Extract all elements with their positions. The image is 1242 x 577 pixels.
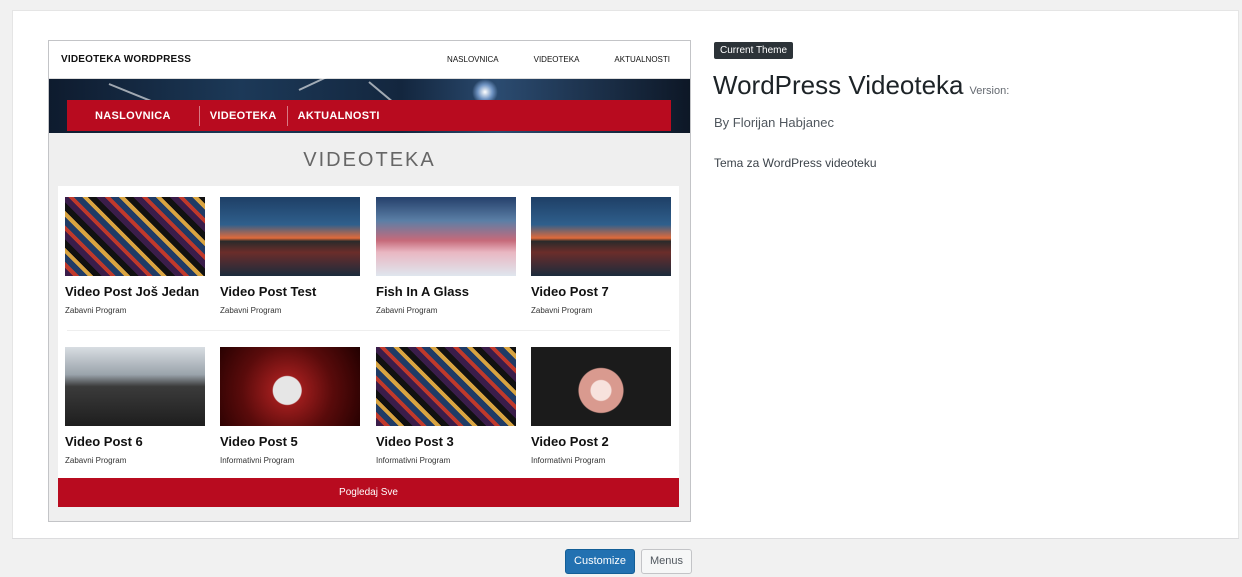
post-card: Video Post Još Jedan Zabavni Program — [65, 197, 207, 315]
preview-main-nav-item: NASLOVNICA — [67, 105, 200, 126]
preview-site-title: VIDEOTEKA WORDPRESS — [61, 54, 192, 65]
post-thumbnail — [531, 347, 671, 426]
theme-screenshot: VIDEOTEKA WORDPRESS NASLOVNICA VIDEOTEKA… — [48, 40, 691, 522]
preview-view-all-bar: Pogledaj Sve — [58, 478, 679, 507]
post-thumbnail — [531, 197, 671, 276]
theme-name-text: WordPress Videoteka — [713, 70, 964, 100]
post-category: Informativni Program — [531, 456, 606, 465]
preview-post-grid: Video Post Još Jedan Zabavni Program Video… — [58, 186, 679, 478]
preview-top-nav: NASLOVNICA VIDEOTEKA AKTUALNOSTI — [447, 55, 670, 64]
post-card: Video Post Test Zabavni Program — [220, 197, 362, 315]
post-title: Video Post Test — [220, 284, 317, 299]
post-thumbnail — [376, 197, 516, 276]
post-category: Zabavni Program — [65, 306, 127, 315]
post-category: Zabavni Program — [531, 306, 593, 315]
post-card: Video Post 7 Zabavni Program — [531, 197, 673, 315]
post-title: Video Post 7 — [531, 284, 609, 299]
post-title: Video Post 3 — [376, 434, 454, 449]
post-card: Video Post 6 Zabavni Program — [65, 347, 207, 465]
post-title: Video Post Još Jedan — [65, 284, 200, 299]
post-title: Video Post 5 — [220, 434, 298, 449]
theme-author: By Florijan Habjanec — [714, 115, 834, 130]
preview-top-nav-item: NASLOVNICA — [447, 55, 499, 64]
post-card: Video Post 5 Informativni Program — [220, 347, 362, 465]
post-category: Zabavni Program — [65, 456, 127, 465]
post-card: Video Post 3 Informativni Program — [376, 347, 518, 465]
preview-header: VIDEOTEKA WORDPRESS NASLOVNICA VIDEOTEKA… — [49, 41, 690, 79]
preview-main-nav: NASLOVNICA VIDEOTEKA AKTUALNOSTI — [67, 100, 671, 131]
preview-top-nav-item: AKTUALNOSTI — [614, 55, 670, 64]
post-thumbnail — [65, 347, 205, 426]
grid-divider — [67, 330, 670, 331]
post-thumbnail — [65, 197, 205, 276]
post-thumbnail — [220, 197, 360, 276]
post-category: Informativni Program — [220, 456, 295, 465]
theme-name: WordPress Videoteka Version: — [713, 70, 1009, 101]
preview-main-nav-item: AKTUALNOSTI — [297, 109, 380, 122]
post-thumbnail — [376, 347, 516, 426]
preview-section-title: VIDEOTEKA — [303, 149, 436, 171]
post-category: Zabavni Program — [220, 306, 282, 315]
preview-top-nav-item: VIDEOTEKA — [533, 55, 580, 64]
post-title: Video Post 2 — [531, 434, 609, 449]
theme-version: Version: — [969, 85, 1010, 97]
preview-main-nav-item: VIDEOTEKA — [200, 105, 288, 126]
post-card: Fish In A Glass Zabavni Program — [376, 197, 518, 315]
current-theme-badge: Current Theme — [714, 42, 794, 59]
post-category: Zabavni Program — [376, 306, 438, 315]
post-category: Informativni Program — [376, 456, 451, 465]
post-card: Video Post 2 Informativni Program — [531, 347, 673, 465]
post-title: Fish In A Glass — [376, 284, 469, 299]
post-title: Video Post 6 — [65, 434, 143, 449]
menus-button[interactable]: Menus — [641, 549, 692, 574]
theme-description: Tema za WordPress videoteku — [714, 156, 877, 170]
post-thumbnail — [220, 347, 360, 426]
customize-button[interactable]: Customize — [565, 549, 635, 574]
